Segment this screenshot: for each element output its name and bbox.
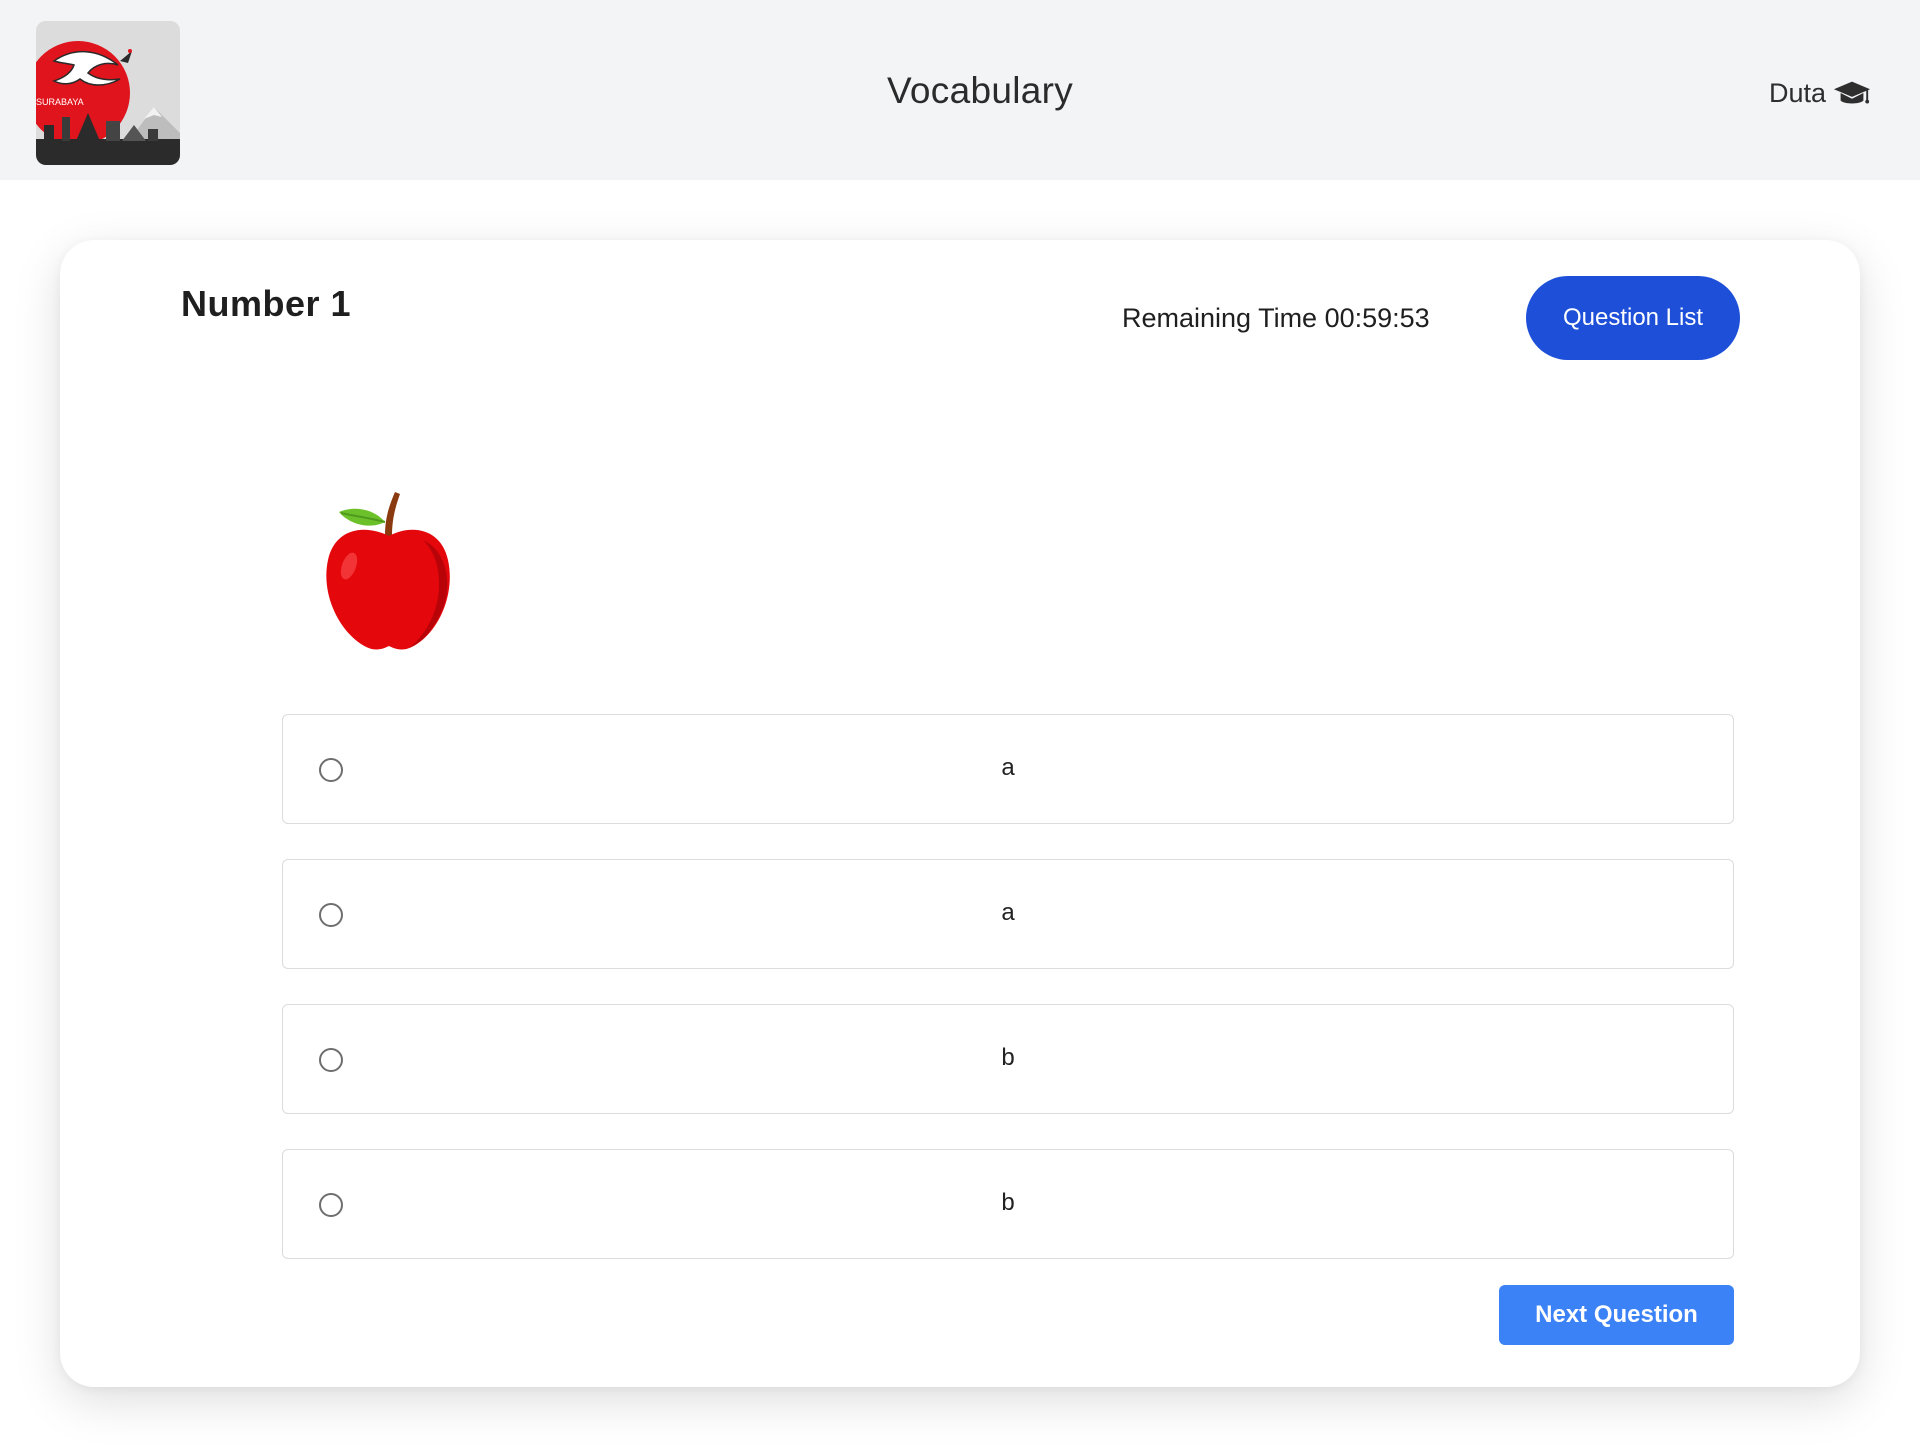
- apple-image: [305, 488, 470, 656]
- user-name: Duta: [1768, 78, 1826, 108]
- option-label: a: [1001, 754, 1015, 781]
- top-navbar: SURABAYA Vocabulary Duta: [0, 0, 1920, 180]
- question-number: Number 1: [181, 283, 352, 324]
- user-menu[interactable]: Duta: [1769, 78, 1871, 109]
- answer-option[interactable]: a: [282, 859, 1734, 969]
- option-label: b: [1001, 1189, 1015, 1216]
- answer-options: a a b b: [282, 714, 1734, 1294]
- quiz-card: Number 1 Remaining Time 00:59:53 Questio…: [60, 240, 1860, 1387]
- page-title: Vocabulary: [886, 70, 1074, 111]
- option-label: a: [1001, 899, 1015, 926]
- answer-option[interactable]: b: [282, 1004, 1734, 1114]
- remaining-time: Remaining Time 00:59:53: [1122, 303, 1430, 333]
- next-question-button[interactable]: Next Question: [1499, 1285, 1734, 1345]
- answer-option[interactable]: a: [282, 714, 1734, 824]
- option-label: b: [1001, 1044, 1015, 1071]
- question-list-button[interactable]: Question List: [1526, 276, 1740, 360]
- graduation-cap-icon: [1833, 80, 1871, 108]
- answer-option[interactable]: b: [282, 1149, 1734, 1259]
